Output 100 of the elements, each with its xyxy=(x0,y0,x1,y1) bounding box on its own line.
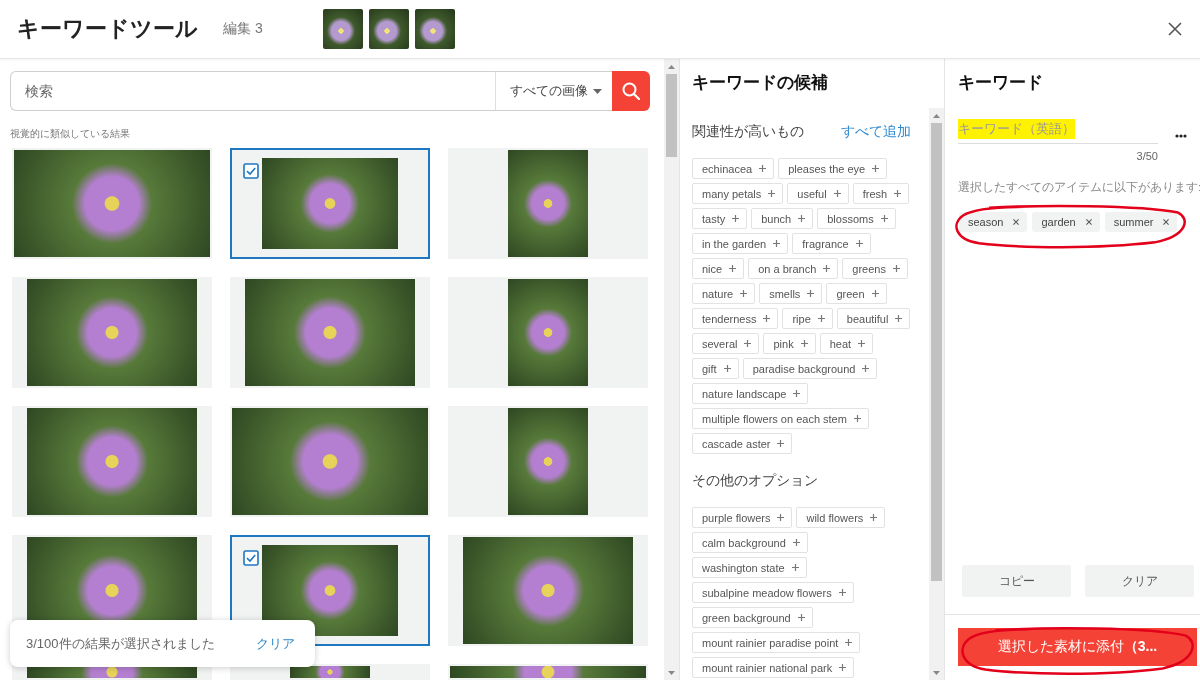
keyword-chip[interactable]: cascade aster xyxy=(692,433,793,454)
caret-up-icon[interactable] xyxy=(933,113,940,118)
more-icon[interactable] xyxy=(1175,134,1187,138)
scrollbar-thumb[interactable] xyxy=(666,74,677,157)
keyword-chip[interactable]: many petals xyxy=(692,183,784,204)
keyword-chip[interactable]: tasty xyxy=(692,208,748,229)
plus-icon xyxy=(845,639,853,646)
keyword-chip[interactable]: purple flowers xyxy=(692,507,793,528)
scope-dropdown[interactable]: すべての画像 xyxy=(495,71,612,111)
close-icon[interactable] xyxy=(1168,22,1182,36)
keyword-chip[interactable]: calm background xyxy=(692,532,808,553)
plus-icon xyxy=(773,240,781,247)
plus-icon xyxy=(833,190,841,197)
scrollbar[interactable] xyxy=(929,108,944,680)
result-tile[interactable] xyxy=(12,406,212,517)
attach-button[interactable]: 選択した素材に添付（3... xyxy=(958,628,1197,666)
keyword-chip[interactable]: pink xyxy=(763,333,816,354)
keyword-chip[interactable]: nature landscape xyxy=(692,383,809,404)
caret-down-icon[interactable] xyxy=(668,670,675,675)
result-tile[interactable] xyxy=(448,535,648,646)
plus-icon xyxy=(798,215,806,222)
caret-up-icon[interactable] xyxy=(668,64,675,69)
search-icon xyxy=(622,82,640,100)
keyword-chip[interactable]: smells xyxy=(759,283,823,304)
close-icon[interactable] xyxy=(1085,219,1092,225)
keyword-chip[interactable]: washington state xyxy=(692,557,807,578)
plus-icon xyxy=(892,265,900,272)
plus-icon xyxy=(853,415,861,422)
keyword-chip[interactable]: gift xyxy=(692,358,739,379)
caret-down-icon[interactable] xyxy=(933,670,940,675)
character-counter: 3/50 xyxy=(1135,149,1158,163)
keyword-chip[interactable]: pleases the eye xyxy=(778,158,888,179)
keyword-chip[interactable]: paradise background xyxy=(742,358,878,379)
keyword-chip[interactable]: wild flowers xyxy=(796,507,886,528)
keyword-chip[interactable]: mount rainier national park xyxy=(692,657,855,678)
result-tile[interactable] xyxy=(448,277,648,388)
result-tile[interactable] xyxy=(230,148,430,259)
keyword-chip[interactable]: ripe xyxy=(782,308,833,329)
keyword-chip[interactable]: bunch xyxy=(751,208,814,229)
section-heading: 関連性が高いもの xyxy=(692,122,804,141)
action-button[interactable]: クリア xyxy=(1085,565,1194,597)
keyword-chip[interactable]: beautiful xyxy=(836,308,911,329)
plus-icon xyxy=(793,390,801,397)
plus-icon xyxy=(862,365,870,372)
scrollbar[interactable] xyxy=(664,59,679,680)
plus-icon xyxy=(732,215,740,222)
checkbox[interactable] xyxy=(243,163,259,179)
plus-icon xyxy=(807,290,815,297)
edit-count: 編集 3 xyxy=(223,20,263,38)
keyword-chip[interactable]: greens xyxy=(842,258,908,279)
keyword-chip[interactable]: subalpine meadow flowers xyxy=(692,582,854,603)
plus-icon xyxy=(763,315,771,322)
plus-icon xyxy=(895,315,903,322)
close-icon[interactable] xyxy=(1013,219,1020,225)
keyword-chip[interactable]: nature xyxy=(692,283,756,304)
keyword-tag[interactable]: season xyxy=(959,212,1028,232)
keyword-chip[interactable]: several xyxy=(692,333,760,354)
keyword-chip[interactable]: echinacea xyxy=(692,158,775,179)
keyword-chip[interactable]: on a branch xyxy=(748,258,839,279)
plus-icon xyxy=(823,265,831,272)
thumbnail-photo[interactable] xyxy=(414,9,455,49)
result-tile[interactable] xyxy=(448,406,648,517)
plus-icon xyxy=(880,215,888,222)
close-icon[interactable] xyxy=(1163,219,1170,225)
keyword-chip[interactable]: blossoms xyxy=(817,208,896,229)
result-tile[interactable] xyxy=(448,148,648,259)
keyword-tag[interactable]: garden xyxy=(1032,212,1100,232)
keyword-chip[interactable]: heat xyxy=(819,333,874,354)
result-tile[interactable] xyxy=(230,277,430,388)
plus-icon xyxy=(858,340,866,347)
keyword-chip[interactable]: tenderness xyxy=(692,308,779,329)
keyword-chip[interactable]: fresh xyxy=(852,183,910,204)
keyword-chip[interactable]: green xyxy=(826,283,887,304)
keyword-chip[interactable]: in the garden xyxy=(692,233,789,254)
plus-icon xyxy=(870,514,878,521)
plus-icon xyxy=(740,290,748,297)
checkbox[interactable] xyxy=(243,550,259,566)
thumbnail-photo[interactable] xyxy=(322,9,363,49)
plus-icon xyxy=(839,664,847,671)
scrollbar-thumb[interactable] xyxy=(931,123,942,581)
keyword-tag[interactable]: summer xyxy=(1104,212,1178,232)
search-input[interactable]: 検索 xyxy=(10,71,495,111)
plus-icon xyxy=(855,240,863,247)
result-tile[interactable] xyxy=(230,664,430,680)
thumbnail-photo[interactable] xyxy=(368,9,409,49)
keyword-chip[interactable]: nice xyxy=(692,258,745,279)
keyword-chip[interactable]: mount rainier paradise point xyxy=(692,632,861,653)
result-tile[interactable] xyxy=(12,277,212,388)
keyword-chip[interactable]: multiple flowers on each stem xyxy=(692,408,869,429)
search-button[interactable] xyxy=(612,71,650,111)
plus-icon xyxy=(872,165,880,172)
clear-selection-link[interactable]: クリア xyxy=(256,634,295,653)
keyword-chip[interactable]: fragrance xyxy=(792,233,871,254)
keyword-chip[interactable]: useful xyxy=(787,183,849,204)
add-all-link[interactable]: すべて追加 xyxy=(841,121,911,141)
panel-title: キーワードの候補 xyxy=(691,72,829,94)
plus-icon xyxy=(791,564,799,571)
keyword-chip[interactable]: green background xyxy=(692,607,813,628)
action-button[interactable]: コピー xyxy=(962,565,1071,597)
keyword-input[interactable]: キーワード（英語） xyxy=(958,119,1158,144)
